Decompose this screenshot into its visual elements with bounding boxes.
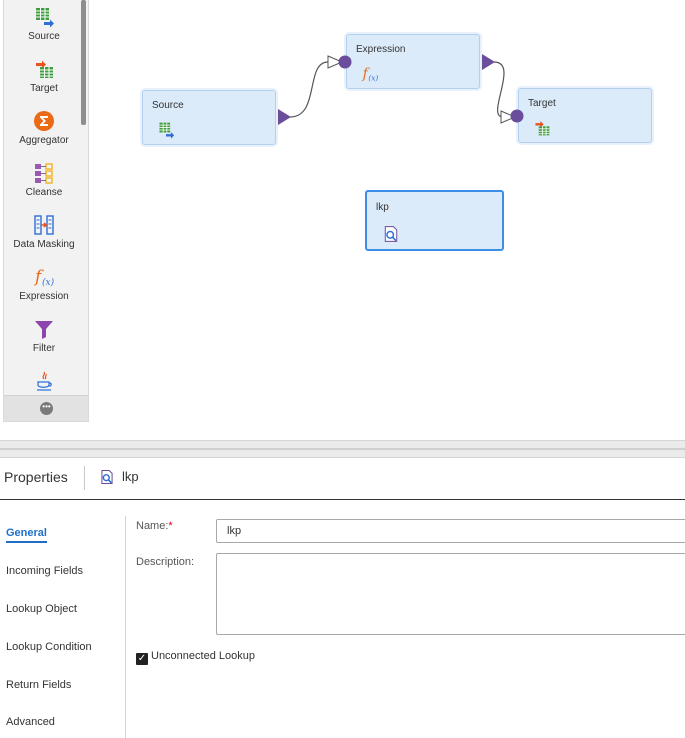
name-label: Name:* — [136, 520, 173, 532]
lookup-icon — [384, 226, 398, 242]
expression-icon: f (x) — [33, 267, 55, 288]
source-icon — [36, 8, 54, 28]
palette-item-label: Source — [28, 31, 60, 42]
required-marker: * — [168, 520, 173, 532]
palette-item-label: Aggregator — [19, 135, 69, 146]
cleanse-icon — [35, 163, 53, 184]
input-port-icon[interactable] — [338, 55, 352, 69]
palette-item-label: Cleanse — [25, 187, 63, 198]
unconnected-lookup-checkbox[interactable]: ✓ Unconnected Lookup — [136, 650, 255, 665]
link-expression-target — [493, 61, 505, 118]
node-title: Source — [152, 100, 184, 111]
palette-item-target[interactable]: Target — [4, 58, 84, 94]
palette-item-label: Expression — [19, 291, 69, 302]
header-divider — [84, 466, 85, 490]
description-label: Description: — [136, 556, 195, 568]
properties-title: Properties — [4, 469, 68, 485]
palette-item-aggregator[interactable]: Aggregator — [4, 110, 84, 146]
svg-text:(x): (x) — [368, 74, 378, 83]
source-icon — [159, 122, 175, 139]
palette-more-button[interactable]: ••• — [4, 395, 88, 421]
node-lkp[interactable]: lkp — [365, 190, 504, 251]
unconnected-lookup-label: Unconnected Lookup — [151, 650, 255, 662]
nav-general[interactable]: General — [6, 527, 47, 543]
palette-item-label: Data Masking — [13, 239, 75, 250]
output-port-icon[interactable] — [277, 109, 293, 125]
properties-nav: General Incoming Fields Lookup Object Lo… — [0, 516, 126, 738]
node-title: Expression — [356, 44, 406, 55]
nav-return-fields[interactable]: Return Fields — [6, 679, 71, 691]
palette-item-cleanse[interactable]: Cleanse — [4, 162, 84, 198]
link-source-expression — [289, 61, 329, 118]
splitter-grip — [0, 448, 685, 450]
properties-header: Properties lkp — [0, 458, 685, 500]
node-title: Target — [528, 98, 556, 109]
aggregator-icon — [34, 111, 54, 131]
panel-splitter[interactable] — [0, 440, 685, 458]
mapping-canvas[interactable]: Source Expression f (x) Target lkp — [90, 0, 685, 440]
input-port-icon[interactable] — [510, 109, 524, 123]
palette-item-filter[interactable]: Filter — [4, 318, 84, 354]
filter-icon — [35, 321, 53, 339]
name-input[interactable] — [216, 519, 685, 543]
palette-item-label: Filter — [32, 343, 56, 354]
selected-object-name: lkp — [122, 469, 139, 484]
expression-icon: f (x) — [362, 66, 379, 83]
nav-advanced[interactable]: Advanced — [6, 716, 55, 728]
node-source[interactable]: Source — [142, 90, 276, 145]
nav-incoming-fields[interactable]: Incoming Fields — [6, 565, 83, 577]
data-masking-icon — [34, 215, 54, 235]
transformation-palette: Source Target Aggregator Cleanse Data Ma… — [3, 0, 89, 422]
palette-item-source[interactable]: Source — [4, 6, 84, 42]
lookup-icon — [101, 469, 113, 485]
nav-lookup-condition[interactable]: Lookup Condition — [6, 641, 92, 653]
palette-item-java[interactable] — [4, 370, 84, 392]
output-port-icon[interactable] — [481, 54, 497, 70]
node-target[interactable]: Target — [518, 88, 652, 143]
more-icon: ••• — [40, 402, 53, 415]
svg-text:(x): (x) — [42, 277, 55, 288]
nav-lookup-object[interactable]: Lookup Object — [6, 603, 77, 615]
node-expression[interactable]: Expression f (x) — [346, 34, 480, 89]
palette-item-data-masking[interactable]: Data Masking — [4, 214, 84, 250]
palette-item-expression[interactable]: f (x) Expression — [4, 266, 84, 302]
node-title: lkp — [376, 202, 389, 213]
target-icon — [36, 60, 53, 78]
java-icon — [37, 371, 52, 391]
palette-item-label: Target — [30, 83, 58, 94]
checkbox-checked-icon[interactable]: ✓ — [136, 653, 148, 665]
target-icon — [535, 121, 550, 136]
description-input[interactable] — [216, 553, 685, 635]
